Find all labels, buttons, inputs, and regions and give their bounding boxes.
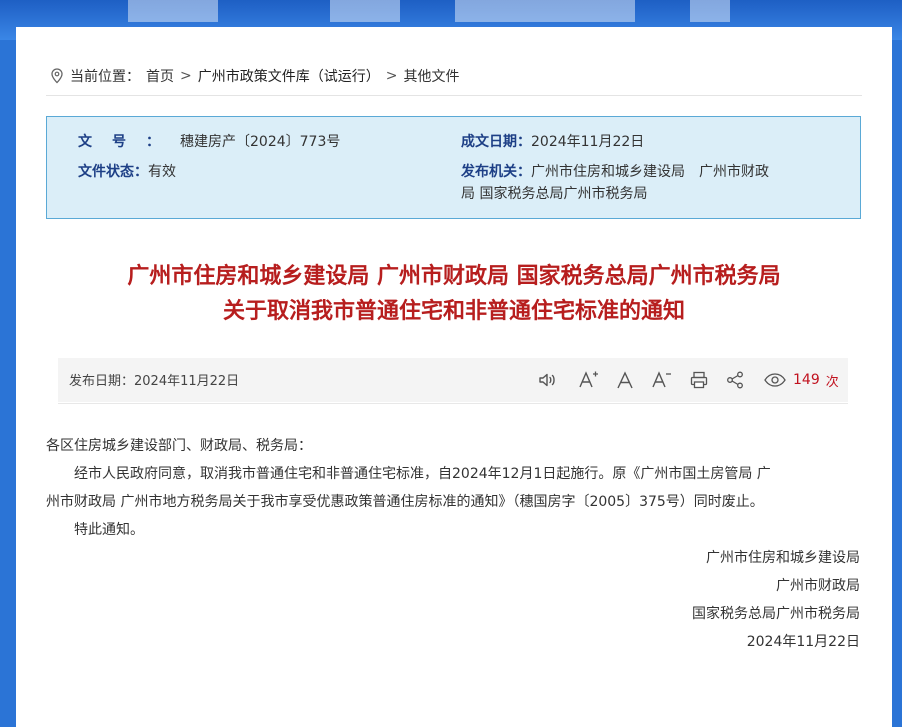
font-normal-icon[interactable] xyxy=(613,368,637,392)
doc-number-value: 穗建房产〔2024〕773号 xyxy=(180,134,341,150)
body-paragraph: 州市财政局 广州市地方税务局关于我市享受优惠政策普通住房标准的通知》（穗国房字〔… xyxy=(46,494,764,510)
document-meta-box: 文号：穗建房产〔2024〕773号 文件状态：有效 成文日期：2024年11月2… xyxy=(46,116,861,219)
doc-issuer-value: 广州市住房和城乡建设局 广州市财政 xyxy=(531,164,769,180)
share-icon[interactable] xyxy=(723,368,747,392)
divider xyxy=(46,95,862,96)
divider xyxy=(58,403,848,404)
article-toolbar: 发布日期：2024年11月22日 149 次 xyxy=(58,358,848,402)
doc-issuer-label: 发布机关： xyxy=(461,164,531,180)
doc-issuer-value: 局 国家税务总局广州市税务局 xyxy=(461,186,648,202)
breadcrumb-home-link[interactable]: 首页 xyxy=(146,66,174,86)
view-count: 149 xyxy=(793,372,820,388)
doc-status-label: 文件状态： xyxy=(78,164,148,180)
doc-status-value: 有效 xyxy=(148,164,176,180)
doc-date-label: 成文日期： xyxy=(461,134,531,150)
body-paragraph: 经市人民政府同意，取消我市普通住宅和非普通住宅标准，自2024年12月1日起施行… xyxy=(46,466,771,482)
breadcrumb-separator: > xyxy=(180,68,192,84)
document-title: 广州市住房和城乡建设局 广州市财政局 国家税务总局广州市税务局 xyxy=(127,264,781,289)
eye-icon xyxy=(764,373,786,387)
doc-issuer-row: 发布机关：广州市住房和城乡建设局 广州市财政 局 国家税务总局广州市税务局 xyxy=(461,161,831,205)
doc-number-label: 文号： xyxy=(78,134,180,150)
banner-decoration xyxy=(330,0,400,22)
font-increase-icon[interactable] xyxy=(576,368,600,392)
closing-paragraph: 特此通知。 xyxy=(46,522,144,538)
breadcrumb-current-link[interactable]: 其他文件 xyxy=(403,66,459,86)
breadcrumb-prefix: 当前位置： xyxy=(70,69,140,85)
salutation: 各区住房城乡建设部门、财政局、税务局： xyxy=(46,438,312,454)
location-pin-icon xyxy=(50,68,64,84)
doc-number-row: 文号：穗建房产〔2024〕773号 xyxy=(78,131,340,153)
view-count-unit: 次 xyxy=(825,374,839,390)
breadcrumb-separator: > xyxy=(385,68,398,84)
banner-decoration xyxy=(690,0,730,22)
signature-org: 广州市住房和城乡建设局 xyxy=(706,550,860,566)
signature-org: 国家税务总局广州市税务局 xyxy=(692,606,860,622)
doc-status-row: 文件状态：有效 xyxy=(78,161,176,183)
view-counter: 149 次 xyxy=(763,368,839,392)
breadcrumb: 当前位置： 首页 > 广州市政策文件库（试运行） > 其他文件 xyxy=(50,65,459,87)
publish-date: 发布日期：2024年11月22日 xyxy=(69,374,240,389)
signature-org: 广州市财政局 xyxy=(776,578,860,594)
signature-date: 2024年11月22日 xyxy=(746,634,860,650)
breadcrumb-library-link[interactable]: 广州市政策文件库（试运行） xyxy=(198,66,380,86)
content-panel: 当前位置： 首页 > 广州市政策文件库（试运行） > 其他文件 文号：穗建房产〔… xyxy=(16,27,892,727)
speaker-icon[interactable] xyxy=(535,368,559,392)
banner-decoration xyxy=(128,0,218,22)
print-icon[interactable] xyxy=(687,368,711,392)
banner-decoration xyxy=(455,0,635,22)
doc-date-row: 成文日期：2024年11月22日 xyxy=(461,131,644,153)
document-title: 关于取消我市普通住宅和非普通住宅标准的通知 xyxy=(222,299,685,324)
font-decrease-icon[interactable] xyxy=(649,368,673,392)
doc-date-value: 2024年11月22日 xyxy=(531,134,645,150)
